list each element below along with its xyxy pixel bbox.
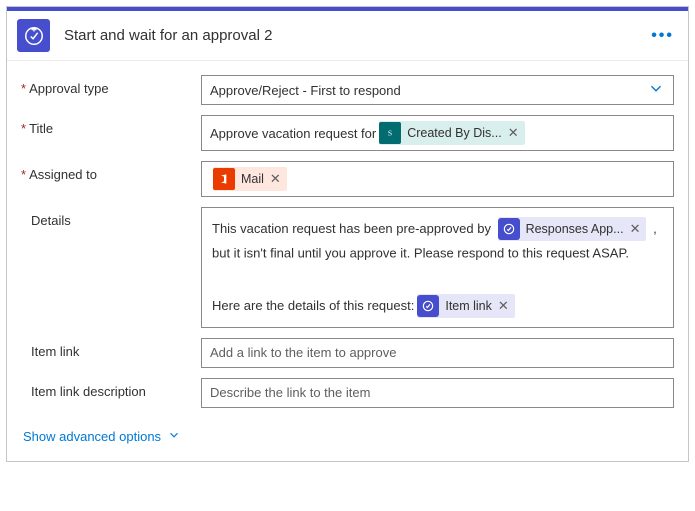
token-label: Item link [445, 295, 492, 317]
row-details: Details This vacation request has been p… [21, 207, 674, 328]
details-text: , [653, 221, 657, 236]
token-item-link[interactable]: Item link ✕ [417, 294, 514, 318]
chevron-down-icon [647, 80, 665, 101]
token-created-by[interactable]: S Created By Dis... ✕ [379, 121, 524, 145]
sharepoint-icon: S [379, 122, 401, 144]
advanced-label: Show advanced options [23, 429, 161, 444]
approval-action-card: Start and wait for an approval 2 ••• App… [6, 6, 689, 462]
details-text: Here are the details of this request: [212, 295, 414, 317]
row-title: Title Approve vacation request for S Cre… [21, 115, 674, 151]
token-label: Created By Dis... [407, 126, 501, 140]
chevron-down-icon [167, 428, 181, 445]
label-title: Title [21, 115, 201, 136]
details-text: This vacation request has been pre-appro… [212, 221, 491, 236]
approval-type-value: Approve/Reject - First to respond [210, 83, 401, 98]
label-details: Details [21, 207, 201, 228]
assigned-to-input[interactable]: Mail ✕ [201, 161, 674, 197]
item-link-input[interactable] [201, 338, 674, 368]
svg-text:S: S [388, 128, 392, 137]
details-input[interactable]: This vacation request has been pre-appro… [201, 207, 674, 328]
approvals-icon [498, 218, 520, 240]
label-assigned-to: Assigned to [21, 161, 201, 182]
card-header[interactable]: Start and wait for an approval 2 ••• [7, 7, 688, 61]
approvals-icon [417, 295, 439, 317]
label-approval-type: Approval type [21, 75, 201, 96]
row-approval-type: Approval type Approve/Reject - First to … [21, 75, 674, 105]
card-title: Start and wait for an approval 2 [50, 27, 649, 44]
token-label: Mail [241, 172, 264, 186]
title-input[interactable]: Approve vacation request for S Created B… [201, 115, 674, 151]
row-assigned-to: Assigned to Mail ✕ [21, 161, 674, 197]
token-label: Responses App... [526, 218, 624, 240]
token-remove-icon[interactable]: ✕ [270, 171, 281, 187]
approvals-icon [17, 19, 50, 52]
label-item-link: Item link [21, 338, 201, 359]
show-advanced-options-link[interactable]: Show advanced options [23, 428, 181, 445]
token-remove-icon[interactable]: ✕ [508, 125, 519, 141]
card-body: Approval type Approve/Reject - First to … [7, 61, 688, 461]
details-text: but it isn't final until you approve it.… [212, 246, 629, 261]
item-link-desc-input[interactable] [201, 378, 674, 408]
office-icon [213, 168, 235, 190]
row-item-link: Item link [21, 338, 674, 368]
item-link-desc-text-input[interactable] [210, 385, 665, 400]
token-responses-app[interactable]: Responses App... ✕ [498, 217, 647, 241]
token-mail[interactable]: Mail ✕ [213, 167, 287, 191]
title-prefix-text: Approve vacation request for [210, 126, 376, 141]
approval-type-select[interactable]: Approve/Reject - First to respond [201, 75, 674, 105]
token-remove-icon[interactable]: ✕ [498, 295, 509, 317]
label-item-link-desc: Item link description [21, 378, 201, 399]
row-item-link-desc: Item link description [21, 378, 674, 408]
token-remove-icon[interactable]: ✕ [630, 218, 641, 240]
card-menu-button[interactable]: ••• [649, 23, 676, 49]
item-link-text-input[interactable] [210, 345, 665, 360]
